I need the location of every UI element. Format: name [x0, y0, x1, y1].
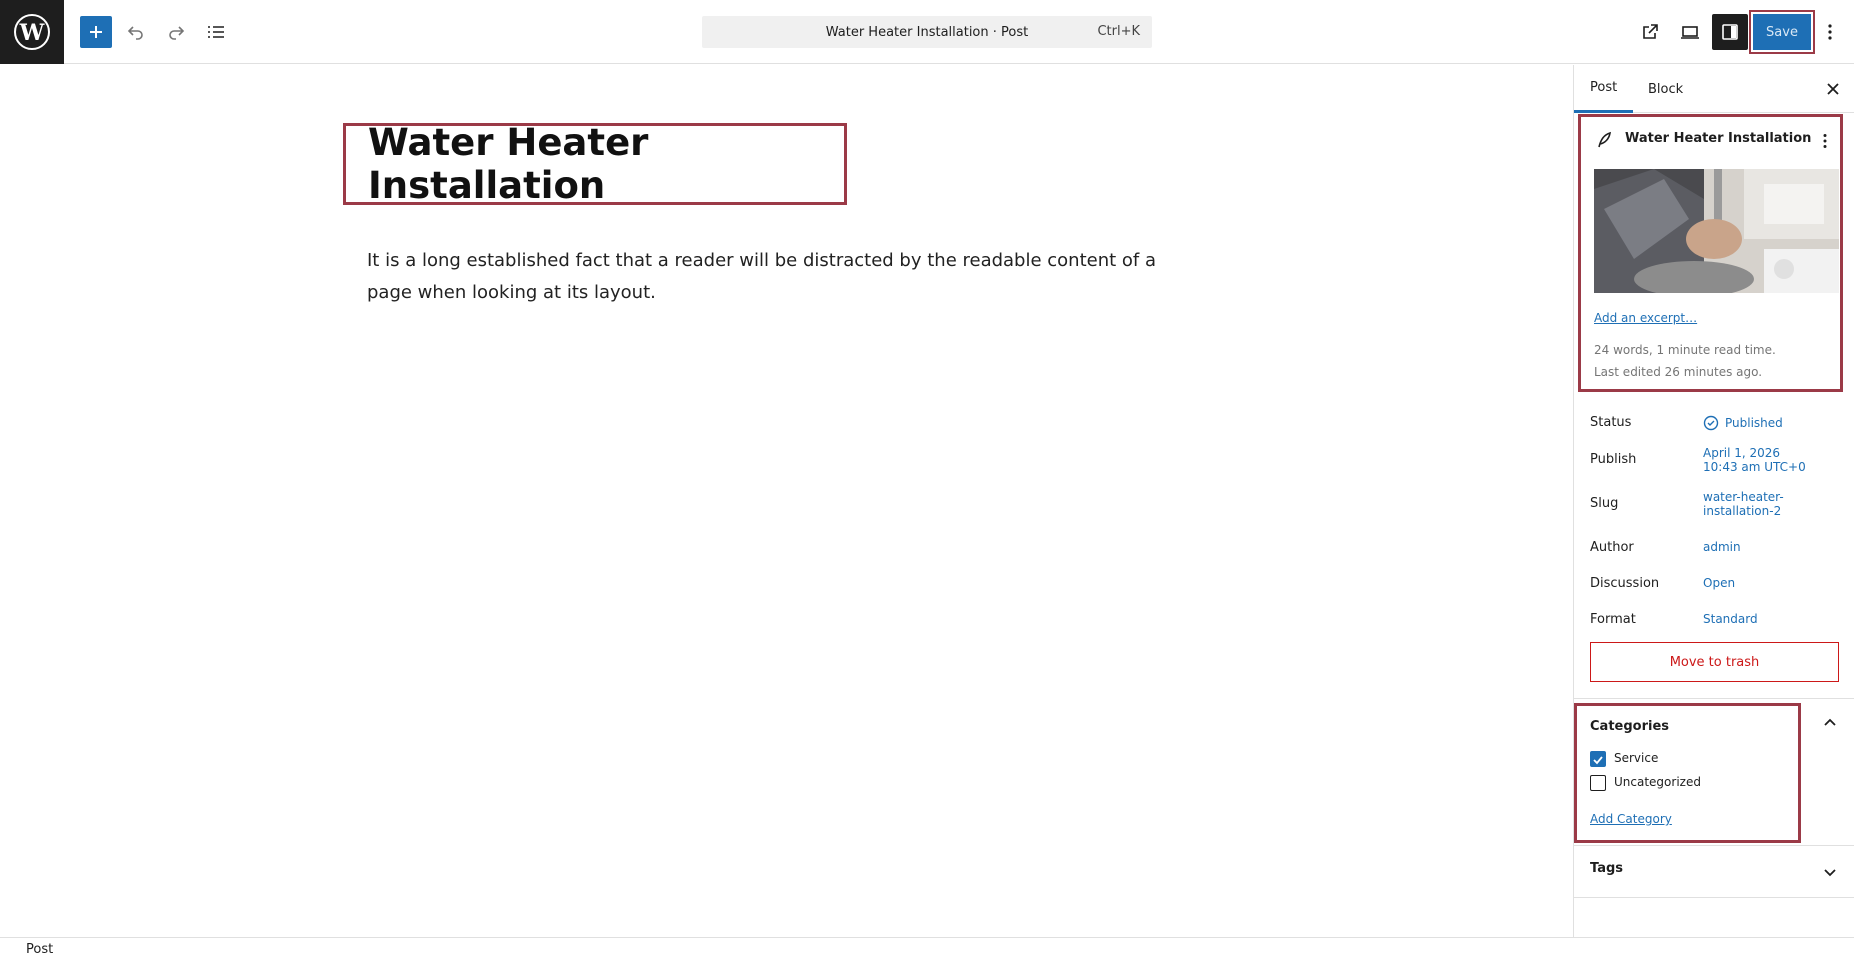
status-value-button[interactable]: Published: [1703, 415, 1783, 431]
command-palette-bar[interactable]: Water Heater Installation · Post Ctrl+K: [702, 16, 1152, 48]
category-uncategorized-checkbox[interactable]: [1590, 775, 1606, 791]
post-type-icon: [1598, 131, 1612, 148]
list-view-icon: [208, 26, 224, 38]
breadcrumb[interactable]: Post: [26, 942, 53, 957]
redo-button[interactable]: [158, 14, 194, 50]
view-post-button[interactable]: [1632, 14, 1668, 50]
status-bar: Post: [0, 937, 1854, 961]
add-category-link[interactable]: Add Category: [1590, 812, 1672, 826]
close-sidebar-button[interactable]: [1821, 77, 1845, 101]
slug-line-2: installation-2: [1703, 504, 1782, 518]
format-label: Format: [1590, 612, 1636, 627]
redo-icon: [169, 26, 185, 40]
external-link-icon: [1643, 24, 1658, 39]
tab-post[interactable]: Post: [1574, 65, 1634, 113]
settings-sidebar: Post Block Water Heater Installation Add…: [1573, 65, 1854, 937]
chevron-down-icon: [1824, 869, 1836, 877]
category-service-checkbox[interactable]: [1590, 751, 1606, 767]
categories-heading[interactable]: Categories: [1590, 719, 1669, 734]
last-edited: Last edited 26 minutes ago.: [1594, 365, 1763, 379]
format-value[interactable]: Standard: [1703, 612, 1758, 626]
slug-button[interactable]: water-heater- installation-2: [1703, 490, 1784, 518]
expand-tags-button[interactable]: [1823, 864, 1837, 883]
preview-button[interactable]: [1672, 14, 1708, 50]
settings-icon: [1722, 24, 1738, 40]
sidebar-tabs: Post Block: [1574, 65, 1854, 113]
document-overview-button[interactable]: [198, 14, 234, 50]
divider: [1574, 897, 1854, 898]
divider: [1574, 845, 1854, 846]
author-label: Author: [1590, 540, 1634, 555]
wordpress-icon[interactable]: W: [0, 0, 64, 64]
svg-text:W: W: [19, 20, 45, 46]
undo-icon: [127, 26, 143, 40]
status-value: Published: [1725, 416, 1783, 430]
publish-time: 10:43 am UTC+0: [1703, 460, 1806, 474]
post-card-title: Water Heater Installation: [1625, 131, 1812, 146]
categories-panel: Categories Service Uncategorized Add Cat…: [1574, 703, 1801, 843]
slug-label: Slug: [1590, 496, 1619, 511]
publish-date-button[interactable]: April 1, 2026 10:43 am UTC+0: [1703, 446, 1806, 474]
post-summary-card: Water Heater Installation Add an excerpt…: [1578, 114, 1843, 392]
options-button[interactable]: [1812, 14, 1848, 50]
check-icon: [1593, 756, 1603, 765]
slug-line-1: water-heater-: [1703, 490, 1784, 504]
tags-heading[interactable]: Tags: [1590, 861, 1623, 876]
save-button[interactable]: Save: [1749, 10, 1815, 54]
move-to-trash-button[interactable]: Move to trash: [1590, 642, 1839, 682]
document-title: Water Heater Installation · Post: [825, 24, 1029, 40]
add-block-button[interactable]: [80, 16, 112, 48]
top-toolbar: W Water Heater Installation · Post Ctrl+…: [0, 0, 1854, 64]
status-label: Status: [1590, 415, 1632, 430]
discussion-value[interactable]: Open: [1703, 576, 1735, 590]
more-options-icon: [1828, 24, 1832, 40]
settings-button[interactable]: [1712, 14, 1748, 50]
word-count: 24 words, 1 minute read time.: [1594, 343, 1776, 357]
author-value[interactable]: admin: [1703, 540, 1741, 554]
published-check-icon: [1703, 415, 1719, 431]
paragraph-block[interactable]: It is a long established fact that a rea…: [367, 245, 1167, 309]
shortcut-hint: Ctrl+K: [1097, 24, 1140, 39]
featured-image[interactable]: [1594, 169, 1839, 293]
plus-icon: [90, 26, 102, 38]
divider: [1574, 698, 1854, 699]
publish-date: April 1, 2026: [1703, 446, 1781, 460]
more-options-icon[interactable]: [1822, 133, 1828, 149]
chevron-up-icon: [1824, 718, 1836, 726]
add-excerpt-link[interactable]: Add an excerpt…: [1594, 311, 1697, 325]
collapse-categories-button[interactable]: [1823, 715, 1837, 734]
close-icon: [1827, 83, 1839, 95]
undo-button[interactable]: [118, 14, 154, 50]
tab-block[interactable]: Block: [1632, 65, 1699, 113]
publish-label: Publish: [1590, 452, 1637, 467]
category-uncategorized-label[interactable]: Uncategorized: [1614, 775, 1701, 789]
desktop-preview-icon: [1681, 26, 1699, 39]
discussion-label: Discussion: [1590, 576, 1660, 591]
post-title[interactable]: Water Heater Installation: [343, 121, 847, 207]
category-service-label[interactable]: Service: [1614, 751, 1658, 765]
